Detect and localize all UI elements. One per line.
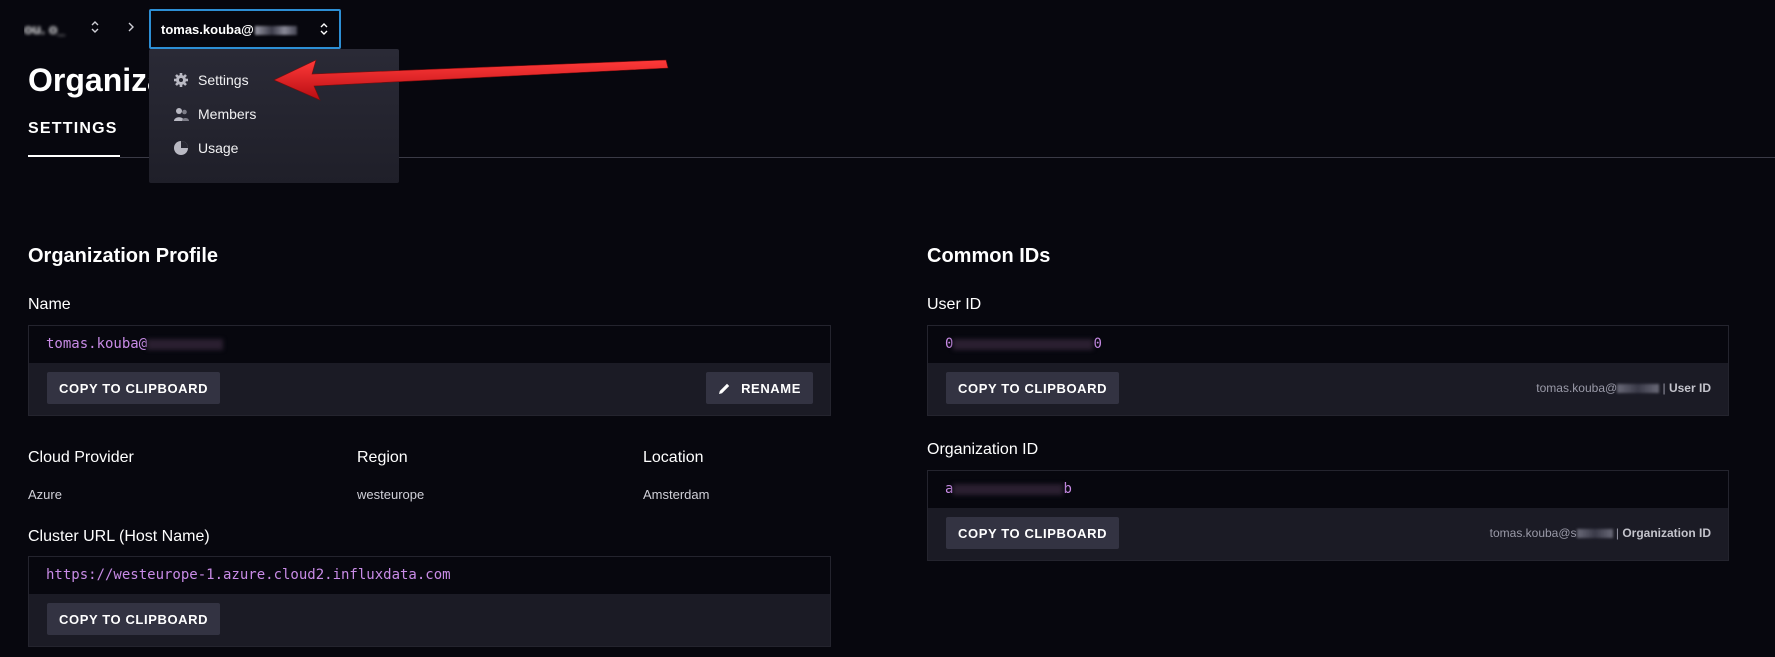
region-label: Region — [357, 449, 408, 466]
cluster-url-copy-box: https://westeurope-1.azure.cloud2.influx… — [28, 556, 831, 647]
org-id-value[interactable]: ab — [928, 471, 1728, 508]
org-breadcrumb[interactable]: ou. o_ — [24, 18, 72, 40]
user-id-suffix: 0 — [1093, 336, 1102, 352]
gear-icon — [174, 73, 188, 87]
org-id-prefix: a — [945, 481, 954, 497]
redacted-text — [953, 338, 1094, 350]
tab-active-indicator — [28, 155, 120, 157]
rename-label: RENAME — [741, 380, 801, 396]
org-id-copy-box: ab COPY TO CLIPBOARD tomas.kouba@s | Org… — [927, 470, 1729, 561]
menu-item-members[interactable]: Members — [149, 97, 399, 131]
copy-org-id-button[interactable]: COPY TO CLIPBOARD — [946, 517, 1120, 549]
name-value-text: tomas.kouba@ — [46, 336, 148, 352]
redacted-text — [1576, 529, 1613, 539]
location-label: Location — [643, 449, 704, 466]
org-hint-type: Organization ID — [1622, 526, 1711, 540]
annotation-arrow — [273, 59, 669, 101]
section-title-common-ids: Common IDs — [927, 245, 1051, 267]
org-id-suffix: b — [1063, 481, 1072, 497]
copy-user-id-button[interactable]: COPY TO CLIPBOARD — [946, 372, 1120, 404]
org-hint-email: tomas.kouba@s — [1489, 526, 1577, 540]
name-copy-box: tomas.kouba@ COPY TO CLIPBOARD RENAME — [28, 325, 831, 416]
user-hint-type: User ID — [1668, 381, 1711, 395]
menu-item-label: Members — [198, 106, 257, 122]
redacted-text — [953, 483, 1064, 495]
account-select[interactable]: tomas.kouba@ — [149, 9, 341, 49]
copy-cluster-url-button[interactable]: COPY TO CLIPBOARD — [47, 603, 221, 635]
cluster-url-value[interactable]: https://westeurope-1.azure.cloud2.influx… — [29, 557, 830, 594]
chevron-updown-icon[interactable] — [89, 20, 101, 34]
pie-chart-icon — [174, 141, 188, 155]
org-id-label: Organization ID — [927, 441, 1039, 458]
rename-button[interactable]: RENAME — [706, 372, 813, 404]
menu-item-usage[interactable]: Usage — [149, 131, 399, 165]
cloud-provider-value: Azure — [28, 487, 62, 502]
cluster-url-label: Cluster URL (Host Name) — [28, 528, 210, 545]
cloud-provider-label: Cloud Provider — [28, 449, 134, 466]
section-title-org-profile: Organization Profile — [28, 245, 219, 267]
chevron-right-icon — [128, 22, 134, 32]
account-select-label: tomas.kouba@ — [161, 21, 254, 37]
user-hint-email: tomas.kouba@ — [1536, 381, 1618, 395]
name-value[interactable]: tomas.kouba@ — [29, 326, 830, 363]
region-value: westeurope — [357, 487, 425, 502]
tab-settings[interactable]: SETTINGS — [28, 120, 118, 138]
copy-name-button[interactable]: COPY TO CLIPBOARD — [47, 372, 221, 404]
user-id-hint: tomas.kouba@ | User ID — [1536, 381, 1711, 395]
user-id-prefix: 0 — [945, 336, 954, 352]
redacted-text — [1617, 384, 1660, 394]
pencil-icon — [719, 383, 730, 394]
redacted-text — [147, 338, 224, 350]
user-id-copy-box: 00 COPY TO CLIPBOARD tomas.kouba@ | User… — [927, 325, 1729, 416]
location-value: Amsterdam — [643, 487, 710, 502]
user-id-label: User ID — [927, 296, 982, 313]
members-icon — [174, 108, 189, 121]
org-name: ou. o_ — [24, 21, 66, 37]
name-label: Name — [28, 296, 71, 313]
redacted-text — [254, 25, 297, 35]
org-id-hint: tomas.kouba@s | Organization ID — [1489, 526, 1711, 540]
menu-item-label: Settings — [198, 72, 249, 88]
user-id-value[interactable]: 00 — [928, 326, 1728, 363]
chevron-updown-icon — [320, 23, 328, 35]
menu-item-label: Usage — [198, 140, 239, 156]
